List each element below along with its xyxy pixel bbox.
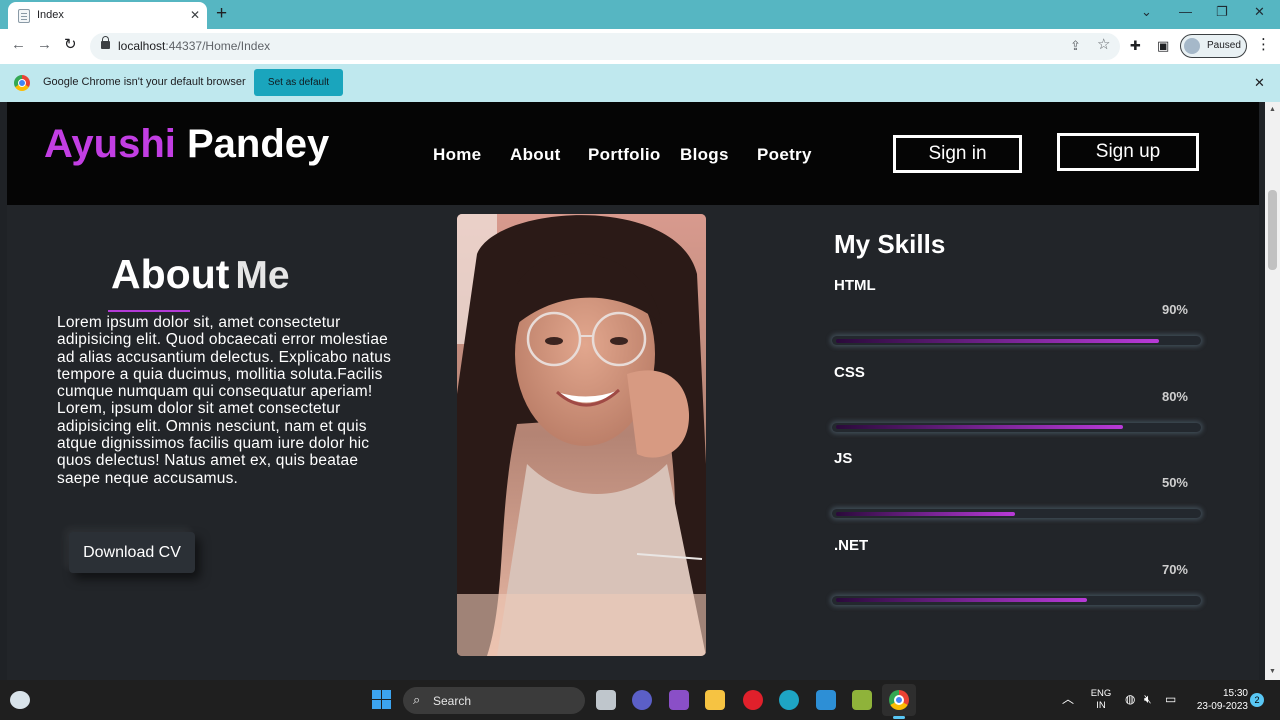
site-navbar: Ayushi Pandey Home About Portfolio Blogs…	[7, 102, 1259, 205]
minimize-icon[interactable]: —	[1179, 4, 1192, 20]
skill-name: CSS	[834, 363, 865, 381]
scroll-down-icon[interactable]: ▼	[1269, 668, 1276, 675]
region-code: IN	[1096, 700, 1106, 711]
new-tab-icon[interactable]: +	[216, 4, 227, 24]
notepad-icon[interactable]	[816, 690, 836, 710]
brand-last-name: Pandey	[187, 122, 330, 166]
nav-link-about[interactable]: About	[510, 145, 561, 165]
battery-icon[interactable]: ▭	[1165, 691, 1176, 707]
speaker-muted-icon[interactable]: 🔇︎	[1144, 691, 1152, 707]
reload-icon[interactable]: ↻	[64, 36, 77, 54]
nav-link-poetry[interactable]: Poetry	[757, 145, 812, 165]
skill-bar-fill	[836, 511, 1015, 516]
url-text: localhost:44337/Home/Index	[118, 39, 271, 53]
clock-time: 15:30	[1222, 688, 1248, 699]
search-icon: ⌕	[413, 692, 421, 707]
profile-status: Paused	[1207, 40, 1241, 51]
profile-button[interactable]: Paused	[1180, 34, 1247, 58]
bookmark-star-icon[interactable]: ☆	[1097, 36, 1110, 54]
set-as-default-button[interactable]: Set as default	[254, 69, 343, 96]
tab-title: Index	[37, 9, 64, 21]
start-button[interactable]	[372, 690, 391, 709]
skill-name: HTML	[834, 277, 876, 294]
page-viewport: Ayushi Pandey Home About Portfolio Blogs…	[0, 102, 1280, 680]
skill-name: JS	[834, 450, 853, 467]
profile-photo-image	[457, 214, 706, 656]
nav-link-portfolio[interactable]: Portfolio	[588, 145, 661, 165]
page-scrollbar[interactable]: ▲ ▼	[1265, 102, 1280, 680]
download-cv-button[interactable]: Download CV	[69, 532, 195, 573]
opera-icon[interactable]	[743, 690, 763, 710]
page-favicon-icon	[18, 9, 30, 23]
lock-icon	[101, 36, 110, 49]
skills-heading: My Skills	[834, 229, 946, 259]
active-app-indicator	[893, 716, 905, 719]
default-browser-infobar: Google Chrome isn't your default browser…	[0, 64, 1280, 102]
skill-bar-fill	[836, 425, 1123, 429]
skill-bar-track	[832, 336, 1201, 345]
nav-link-blogs[interactable]: Blogs	[680, 145, 729, 165]
sign-in-button[interactable]: Sign in	[893, 135, 1022, 173]
tab-close-icon[interactable]: ✕	[190, 7, 200, 23]
site-brand[interactable]: Ayushi Pandey	[44, 122, 329, 167]
profile-photo	[457, 214, 706, 656]
about-heading-word-2: Me	[235, 254, 290, 297]
infobar-message: Google Chrome isn't your default browser	[43, 76, 246, 88]
paint-icon[interactable]	[852, 690, 872, 710]
skill-percent: 90%	[1161, 302, 1188, 317]
about-heading: About Me	[111, 251, 290, 298]
browser-toolbar: ← → ↻ localhost:44337/Home/Index ⇪ ☆ ✚ ▣…	[0, 29, 1280, 64]
tray-overflow-chevron-icon[interactable]: ︿	[1062, 692, 1074, 706]
brand-first-name: Ayushi	[44, 122, 176, 166]
weather-icon[interactable]	[10, 691, 30, 709]
back-arrow-icon[interactable]: ←	[11, 36, 26, 54]
skill-bar-fill	[836, 598, 1087, 602]
language-code: ENG	[1090, 688, 1112, 699]
skill-percent: 70%	[1161, 561, 1188, 577]
window-close-icon[interactable]: ✕	[1254, 4, 1265, 20]
extensions-puzzle-icon[interactable]: ✚	[1130, 37, 1141, 55]
taskbar-search[interactable]: ⌕ Search	[403, 687, 585, 714]
file-explorer-icon[interactable]	[705, 690, 725, 710]
side-panel-icon[interactable]: ▣	[1157, 37, 1169, 55]
skill-percent: 80%	[1161, 388, 1188, 404]
notification-badge[interactable]: 2	[1250, 693, 1264, 707]
skill-bar-track	[832, 595, 1201, 605]
scroll-thumb[interactable]	[1268, 190, 1277, 270]
skill-percent: 50%	[1161, 475, 1188, 490]
browser-tab-strip: Index ✕ + ⌄ — ❐ ✕	[0, 0, 1280, 29]
share-icon[interactable]: ⇪	[1070, 37, 1081, 55]
teams-chat-icon[interactable]	[632, 690, 652, 710]
infobar-close-icon[interactable]: ✕	[1254, 75, 1265, 91]
about-paragraph: Lorem ipsum dolor sit, amet consectetur …	[57, 314, 392, 487]
windows-taskbar: ⌕ Search ︿ ENG IN ◍ 🔇︎ ▭ 15:30 23-09-202…	[0, 680, 1280, 720]
about-heading-underline	[108, 310, 190, 312]
skill-bar-track	[832, 509, 1201, 518]
skill-bar-track	[832, 422, 1201, 432]
scroll-up-icon[interactable]: ▲	[1269, 106, 1276, 113]
skill-bar-fill	[836, 338, 1159, 343]
avatar	[1184, 38, 1200, 54]
tab-search-chevron-icon[interactable]: ⌄	[1141, 4, 1152, 20]
address-bar[interactable]: localhost:44337/Home/Index ⇪ ☆	[90, 33, 1120, 60]
browser-menu-icon[interactable]: ⋮	[1256, 36, 1271, 54]
chrome-taskbar-icon[interactable]	[889, 690, 909, 710]
sign-up-button[interactable]: Sign up	[1057, 133, 1199, 171]
restore-icon[interactable]: ❐	[1216, 4, 1228, 20]
web-page: Ayushi Pandey Home About Portfolio Blogs…	[7, 102, 1259, 680]
system-clock[interactable]: 15:30 23-09-2023	[1186, 687, 1248, 713]
task-view-icon[interactable]	[596, 690, 616, 710]
skill-name: .NET	[834, 536, 869, 554]
visual-studio-icon[interactable]	[669, 690, 689, 710]
forward-arrow-icon[interactable]: →	[37, 36, 52, 54]
taskbar-search-label: Search	[433, 694, 472, 708]
network-globe-icon[interactable]: ◍	[1125, 691, 1135, 707]
edge-icon[interactable]	[779, 690, 799, 710]
language-indicator[interactable]: ENG IN	[1089, 688, 1113, 712]
about-heading-word-1: About	[111, 251, 230, 297]
browser-tab[interactable]: Index ✕	[8, 2, 207, 29]
nav-link-home[interactable]: Home	[433, 145, 481, 165]
chrome-logo-icon	[14, 75, 30, 91]
clock-date: 23-09-2023	[1196, 701, 1248, 712]
